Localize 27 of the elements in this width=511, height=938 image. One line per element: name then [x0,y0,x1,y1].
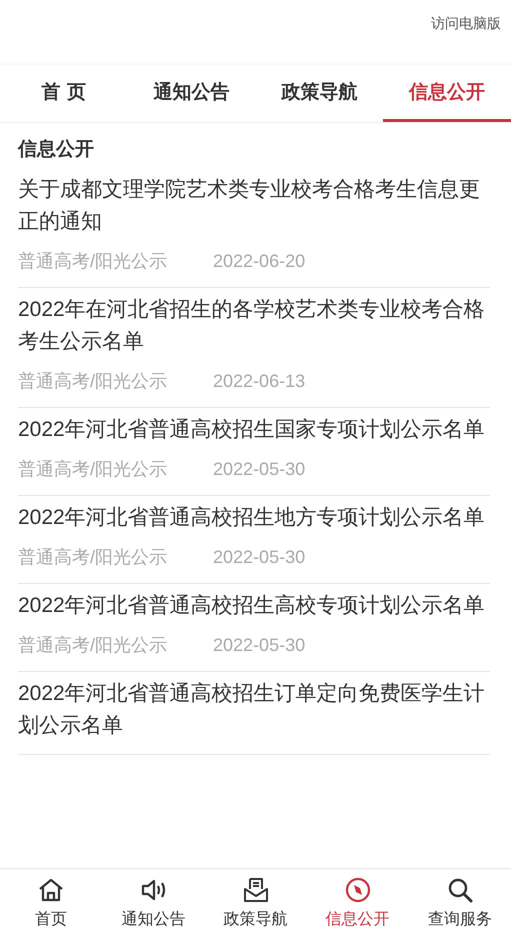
article-title[interactable]: 2022年在河北省招生的各学校艺术类专业校考合格考生公示名单 [18,294,490,358]
nav-item[interactable]: 通知公告 [102,869,204,938]
tab[interactable]: 首 页 [0,65,128,122]
article-date: 2022-06-13 [213,370,306,392]
article-category: 普通高考/阳光公示 [18,370,168,392]
article-title[interactable]: 2022年河北省普通高校招生高校专项计划公示名单 [18,590,490,622]
article-date: 2022-06-20 [213,250,306,272]
article-title[interactable]: 2022年河北省普通高校招生订单定向免费医学生计划公示名单 [18,678,490,742]
article-title[interactable]: 2022年河北省普通高校招生国家专项计划公示名单 [18,414,490,446]
tab[interactable]: 信息公开 [383,65,511,122]
nav-item[interactable]: 首页 [0,869,102,938]
nav-item[interactable]: 信息公开 [306,869,409,938]
article-title[interactable]: 2022年河北省普通高校招生地方专项计划公示名单 [18,502,490,534]
nav-item[interactable]: 政策导航 [204,869,307,938]
tab[interactable]: 通知公告 [128,65,256,122]
article-category: 普通高考/阳光公示 [18,634,168,656]
article-title[interactable]: 关于成都文理学院艺术类专业校考合格考生信息更正的通知 [18,174,490,238]
desktop-version-link[interactable]: 访问电脑版 [431,14,501,65]
article-date: 2022-05-30 [213,634,306,656]
section-title: 信息公开 [18,137,95,162]
article-date: 2022-05-30 [213,546,306,568]
tab[interactable]: 政策导航 [256,65,384,122]
article-date: 2022-05-30 [213,458,306,480]
article-category: 普通高考/阳光公示 [18,546,168,568]
nav-item[interactable]: 查询服务 [408,869,511,938]
article-category: 普通高考/阳光公示 [18,250,168,272]
article-category: 普通高考/阳光公示 [18,458,168,480]
